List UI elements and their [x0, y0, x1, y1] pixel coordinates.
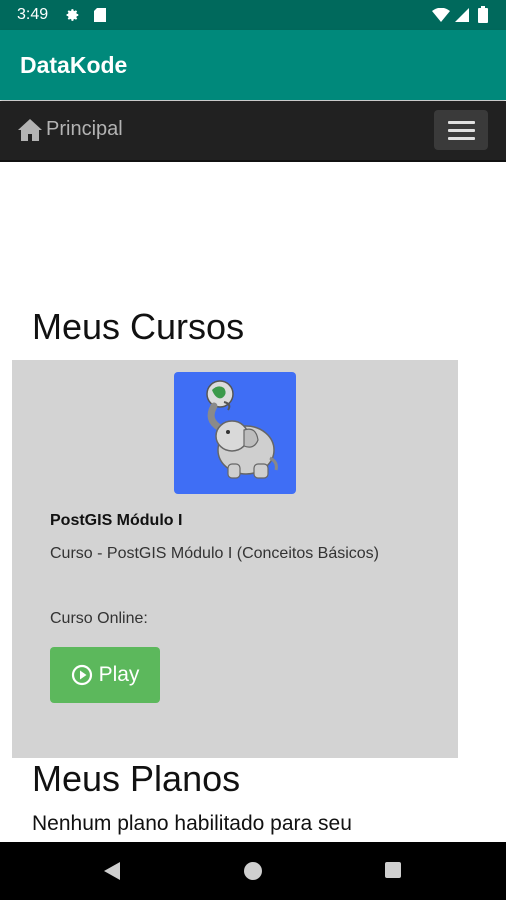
system-navigation-bar [0, 842, 506, 900]
wifi-icon [432, 7, 450, 27]
app-bar: DataKode [0, 30, 506, 100]
battery-icon [478, 6, 488, 28]
my-plans-heading: Meus Planos [32, 758, 241, 799]
sd-card-icon [94, 8, 106, 27]
course-description: Curso - PostGIS Módulo I (Conceitos Bási… [50, 545, 380, 562]
signal-icon [455, 8, 469, 27]
app-title: DataKode [20, 52, 128, 78]
back-icon[interactable] [103, 861, 121, 886]
status-bar: 3:49 [0, 0, 506, 30]
postgis-elephant-logo [174, 372, 296, 494]
home-icon [18, 118, 42, 141]
main-content: Meus Cursos PostGIS Módulo I Curso - Pos… [0, 162, 506, 842]
course-title: PostGIS Módulo I [50, 512, 183, 529]
recent-apps-icon[interactable] [385, 862, 401, 878]
status-time: 3:49 [17, 6, 49, 23]
play-circle-icon [71, 664, 92, 686]
home-circle-icon[interactable] [243, 861, 263, 886]
play-button-label: Play [98, 663, 140, 686]
menu-toggle-button[interactable] [434, 110, 488, 150]
course-type-label: Curso Online: [50, 610, 148, 627]
hamburger-icon-bar [447, 136, 475, 140]
settings-icon [66, 8, 80, 27]
no-plans-message: Nenhum plano habilitado para seu [32, 812, 352, 835]
site-navbar: Principal [0, 101, 506, 162]
home-link[interactable]: Principal [18, 118, 123, 141]
course-card: PostGIS Módulo I Curso - PostGIS Módulo … [12, 360, 458, 758]
play-button[interactable]: Play [50, 647, 160, 703]
hamburger-icon-bar [447, 120, 475, 124]
hamburger-icon-bar [447, 128, 475, 132]
home-link-label: Principal [46, 118, 123, 140]
my-courses-heading: Meus Cursos [32, 306, 245, 347]
